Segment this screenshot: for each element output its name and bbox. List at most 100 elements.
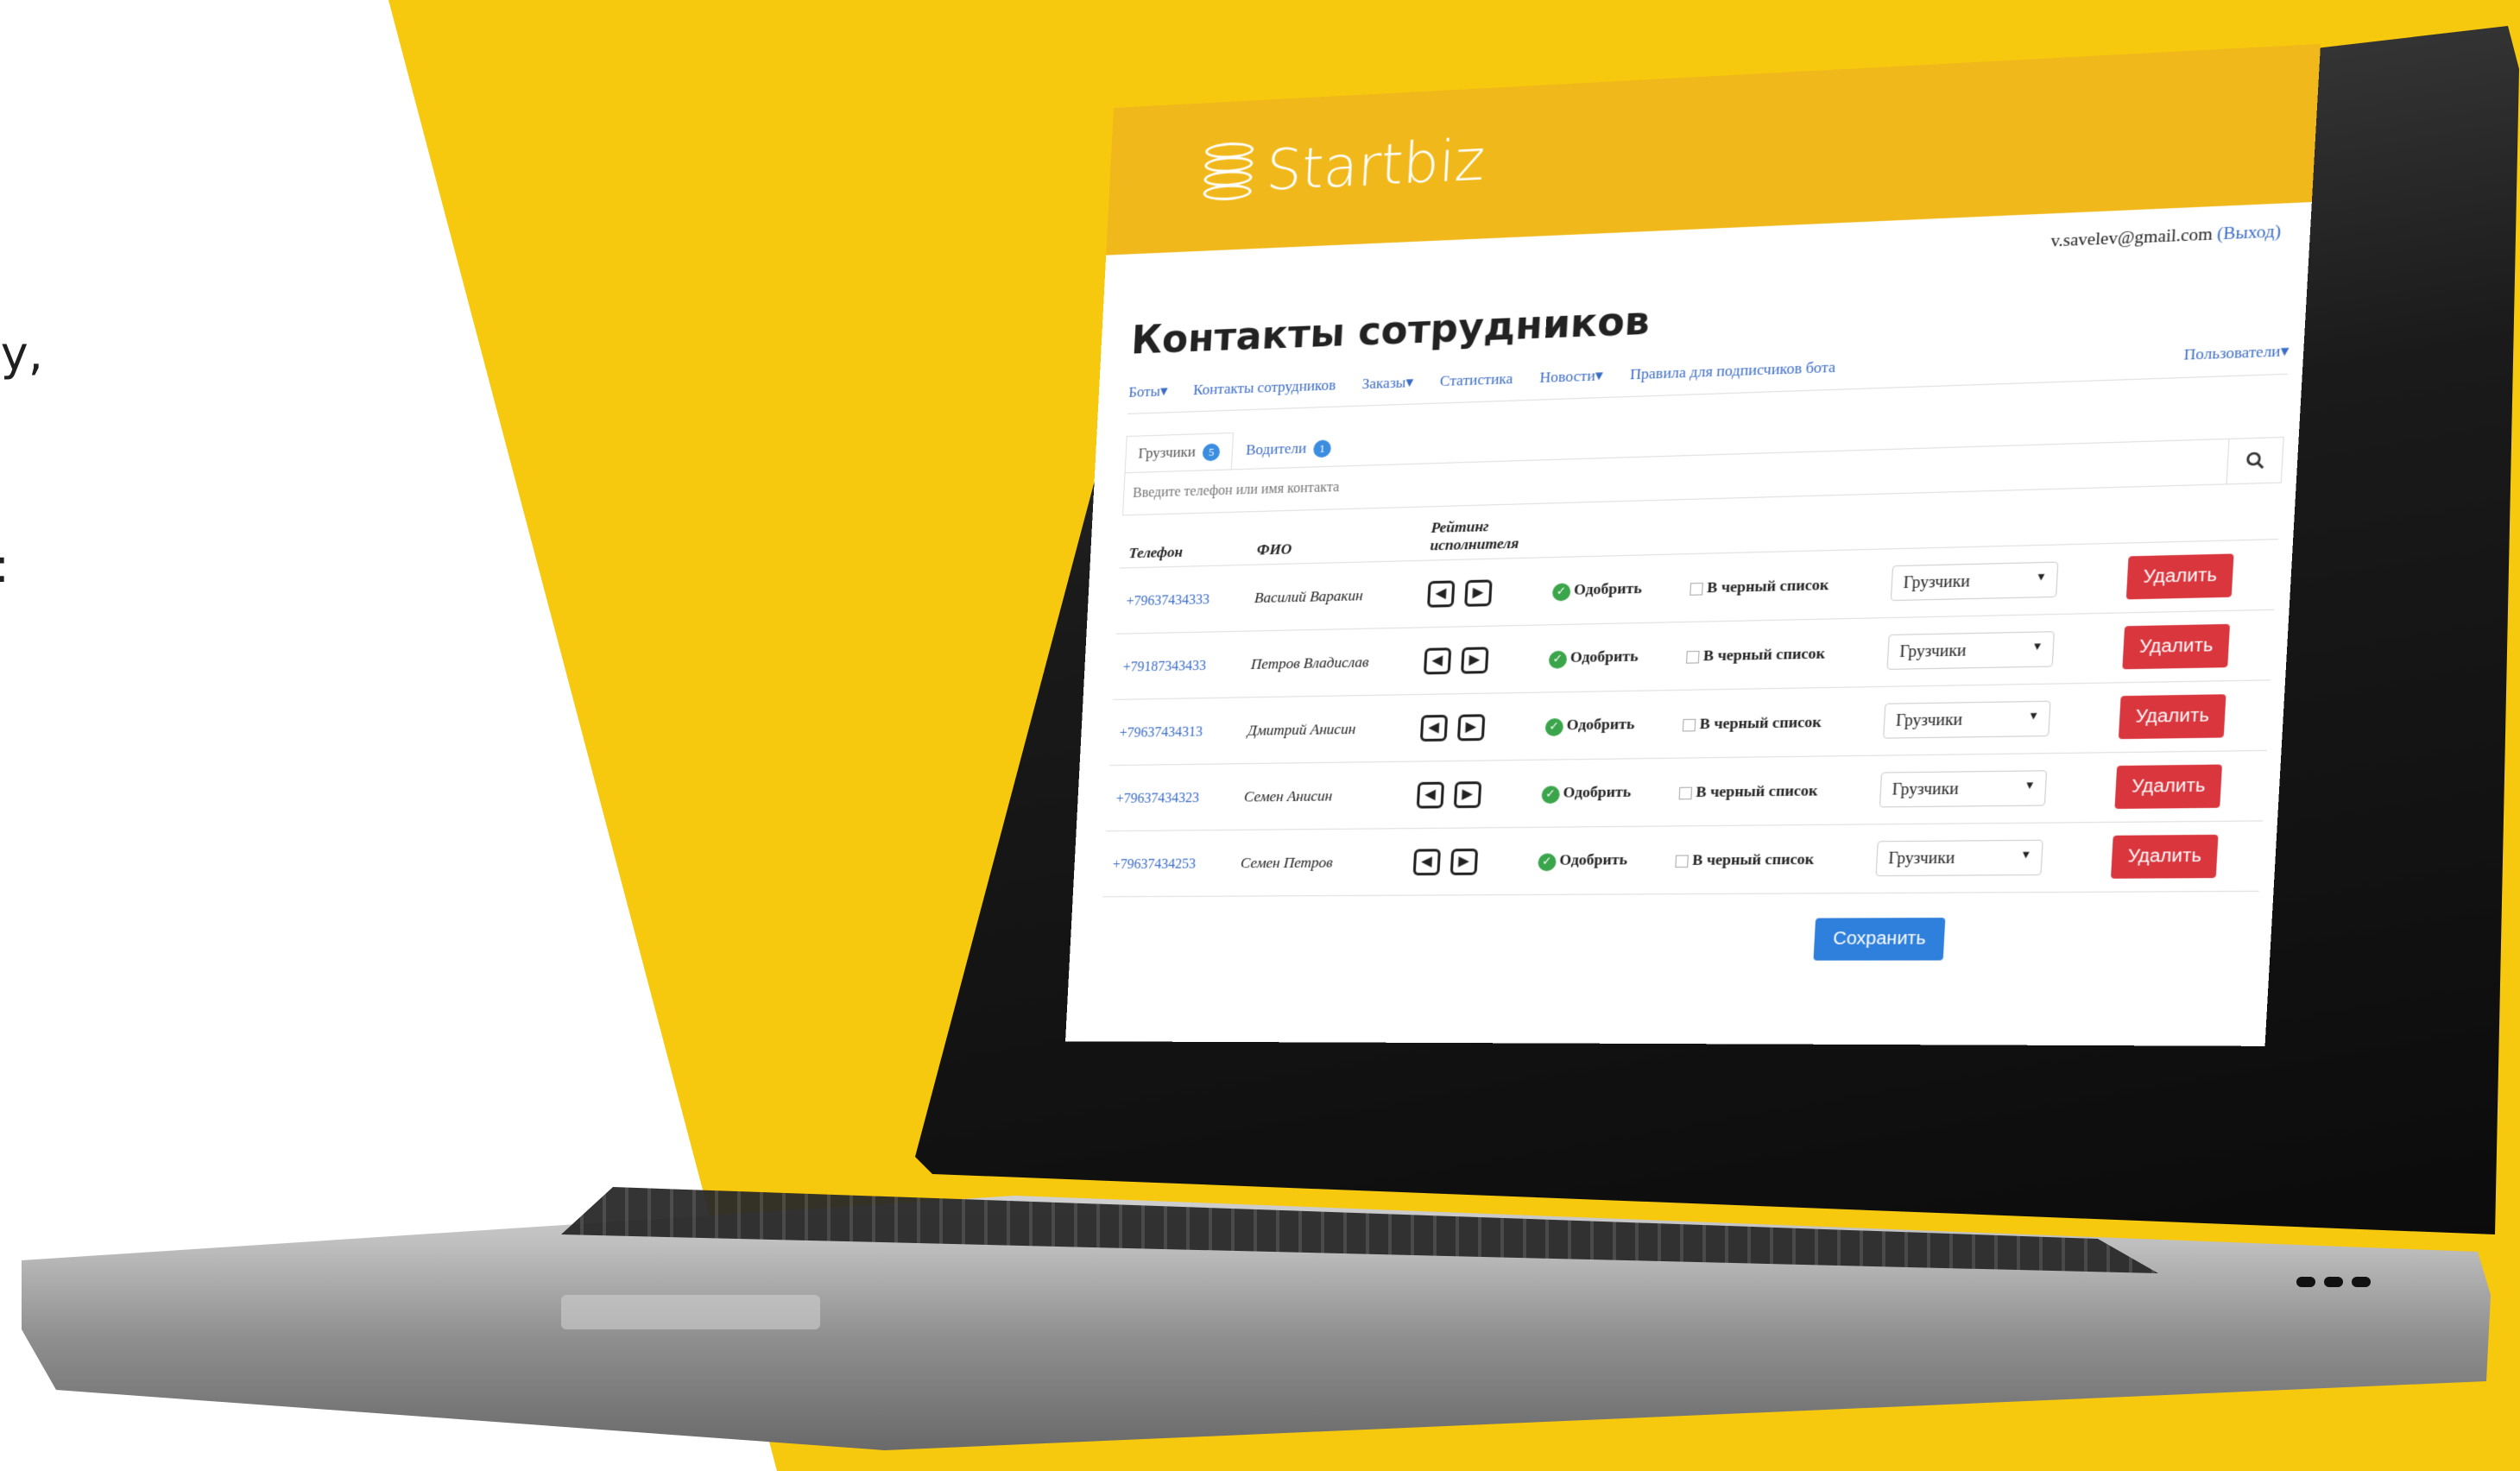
header-rating: Рейтинг исполнителя <box>1420 510 1548 561</box>
nav-orders[interactable]: Заказы▾ <box>1361 374 1413 394</box>
header-name: ФИО <box>1247 514 1424 565</box>
laptop-trackpad <box>561 1295 820 1329</box>
arrow-left-icon[interactable]: ◀ <box>1419 714 1448 742</box>
contact-name: Василий Варакин <box>1254 586 1364 607</box>
phone-link[interactable]: +79637434333 <box>1126 592 1209 609</box>
checkbox-icon <box>1685 650 1700 664</box>
approve-label: Одобрить <box>1573 579 1643 598</box>
approve-button[interactable]: ✓ Одобрить <box>1548 647 1639 669</box>
approve-button[interactable]: ✓ Одобрить <box>1551 579 1643 602</box>
blacklist-checkbox[interactable]: В черный список <box>1674 850 1815 868</box>
contact-name: Семен Анисин <box>1243 787 1333 805</box>
phone-link[interactable]: +79637434323 <box>1115 791 1199 806</box>
page-title: Контакты сотрудников <box>1130 298 1652 363</box>
arrow-right-icon[interactable]: ▶ <box>1456 713 1486 741</box>
tab-loaders[interactable]: Грузчики 5 <box>1124 432 1235 474</box>
approve-label: Одобрить <box>1566 715 1635 734</box>
coins-icon <box>1203 141 1258 205</box>
check-icon: ✓ <box>1548 650 1568 669</box>
nav-rules[interactable]: Правила для подписчиков бота <box>1630 358 1836 383</box>
arrow-right-icon[interactable]: ▶ <box>1463 578 1493 607</box>
arrow-left-icon[interactable]: ◀ <box>1412 848 1441 875</box>
arrow-left-icon[interactable]: ◀ <box>1426 579 1456 608</box>
arrow-right-icon[interactable]: ▶ <box>1460 646 1489 674</box>
search-icon <box>2245 451 2265 470</box>
delete-button[interactable]: Удалить <box>2111 834 2219 879</box>
app-window: Startbiz v.savelev@gmail.com (Выход) Кон… <box>1065 43 2321 1046</box>
laptop-screen: Startbiz v.savelev@gmail.com (Выход) Кон… <box>1065 43 2321 1046</box>
blacklist-label: В черный список <box>1699 713 1822 733</box>
contact-name: Семен Петров <box>1240 854 1334 872</box>
arrow-right-icon[interactable]: ▶ <box>1453 780 1482 808</box>
nav-news[interactable]: Новости▾ <box>1539 367 1603 387</box>
tab-label: Водители <box>1245 439 1307 458</box>
blacklist-label: В черный список <box>1691 850 1815 868</box>
promo-text: му, са: <box>0 177 43 672</box>
phone-link[interactable]: +79637434313 <box>1119 724 1203 741</box>
blacklist-label: В черный список <box>1706 576 1830 597</box>
caret-down-icon: ▼ <box>2031 639 2044 653</box>
approve-button[interactable]: ✓ Одобрить <box>1540 783 1632 805</box>
nav-bots[interactable]: Боты▾ <box>1128 382 1168 401</box>
delete-button[interactable]: Удалить <box>2126 553 2234 600</box>
arrow-left-icon[interactable]: ◀ <box>1416 781 1444 809</box>
group-value: Грузчики <box>1903 571 1971 592</box>
delete-button[interactable]: Удалить <box>2119 694 2226 740</box>
delete-button[interactable]: Удалить <box>2122 623 2230 670</box>
approve-label: Одобрить <box>1569 647 1639 666</box>
group-select[interactable]: Грузчики ▼ <box>1879 770 2047 808</box>
approve-button[interactable]: ✓ Одобрить <box>1544 715 1635 736</box>
nav-contacts[interactable]: Контакты сотрудников <box>1193 376 1336 399</box>
blacklist-label: В черный список <box>1696 781 1819 801</box>
contact-name: Дмитрий Анисин <box>1247 720 1356 739</box>
nav-users[interactable]: Пользователи▾ <box>2183 342 2289 364</box>
check-icon: ✓ <box>1544 718 1564 736</box>
group-value: Грузчики <box>1892 779 1960 799</box>
tab-drivers[interactable]: Водители 1 <box>1232 429 1345 470</box>
count-badge: 5 <box>1202 443 1221 462</box>
check-icon: ✓ <box>1537 853 1557 872</box>
table-row: +79637434253 Семен Петров ◀ ▶ ✓ Одобрить В… <box>1102 820 2264 897</box>
group-value: Грузчики <box>1898 641 1967 661</box>
nav-stats[interactable]: Статистика <box>1439 370 1513 391</box>
user-email: v.savelev@gmail.com <box>2049 224 2214 251</box>
phone-link[interactable]: +79637434253 <box>1112 856 1196 872</box>
arrow-right-icon[interactable]: ▶ <box>1449 848 1478 875</box>
caret-down-icon: ▼ <box>2024 778 2037 792</box>
promo-line-2: са: <box>0 531 43 602</box>
blacklist-checkbox[interactable]: В черный список <box>1682 713 1822 732</box>
approve-button[interactable]: ✓ Одобрить <box>1537 850 1628 872</box>
blacklist-checkbox[interactable]: В черный список <box>1689 576 1829 596</box>
arrow-left-icon[interactable]: ◀ <box>1423 647 1452 674</box>
save-button[interactable]: Сохранить <box>1813 918 1946 961</box>
contact-name: Петров Владислав <box>1250 653 1370 672</box>
brand-name: Startbiz <box>1264 128 1487 204</box>
contacts-table: Телефон ФИО Рейтинг исполнителя +7963743… <box>1102 490 2282 897</box>
delete-button[interactable]: Удалить <box>2114 764 2222 809</box>
approve-label: Одобрить <box>1563 783 1632 801</box>
logout-link[interactable]: (Выход) <box>2217 222 2282 244</box>
caret-down-icon: ▼ <box>2027 709 2040 723</box>
group-select[interactable]: Грузчики ▼ <box>1875 839 2043 877</box>
group-select[interactable]: Грузчики ▼ <box>1886 631 2055 670</box>
header-phone: Телефон <box>1119 519 1250 569</box>
search-button[interactable] <box>2226 437 2283 484</box>
tab-label: Грузчики <box>1138 443 1197 462</box>
user-info: v.savelev@gmail.com (Выход) <box>2050 222 2282 252</box>
laptop-ports <box>2296 1276 2417 1293</box>
group-select[interactable]: Грузчики ▼ <box>1882 700 2051 739</box>
promo-line-1: му, <box>0 326 43 381</box>
blacklist-checkbox[interactable]: В черный список <box>1678 782 1818 801</box>
group-select[interactable]: Грузчики ▼ <box>1890 561 2059 602</box>
blacklist-checkbox[interactable]: В черный список <box>1685 645 1826 665</box>
brand-logo[interactable]: Startbiz <box>1203 128 1487 206</box>
group-value: Грузчики <box>1895 710 1963 729</box>
checkbox-icon <box>1678 786 1692 800</box>
count-badge: 1 <box>1312 439 1332 458</box>
check-icon: ✓ <box>1551 583 1571 602</box>
check-icon: ✓ <box>1540 786 1560 805</box>
phone-link[interactable]: +79187343433 <box>1122 659 1206 675</box>
checkbox-icon <box>1682 718 1696 732</box>
checkbox-icon <box>1674 855 1689 868</box>
approve-label: Одобрить <box>1558 850 1628 868</box>
